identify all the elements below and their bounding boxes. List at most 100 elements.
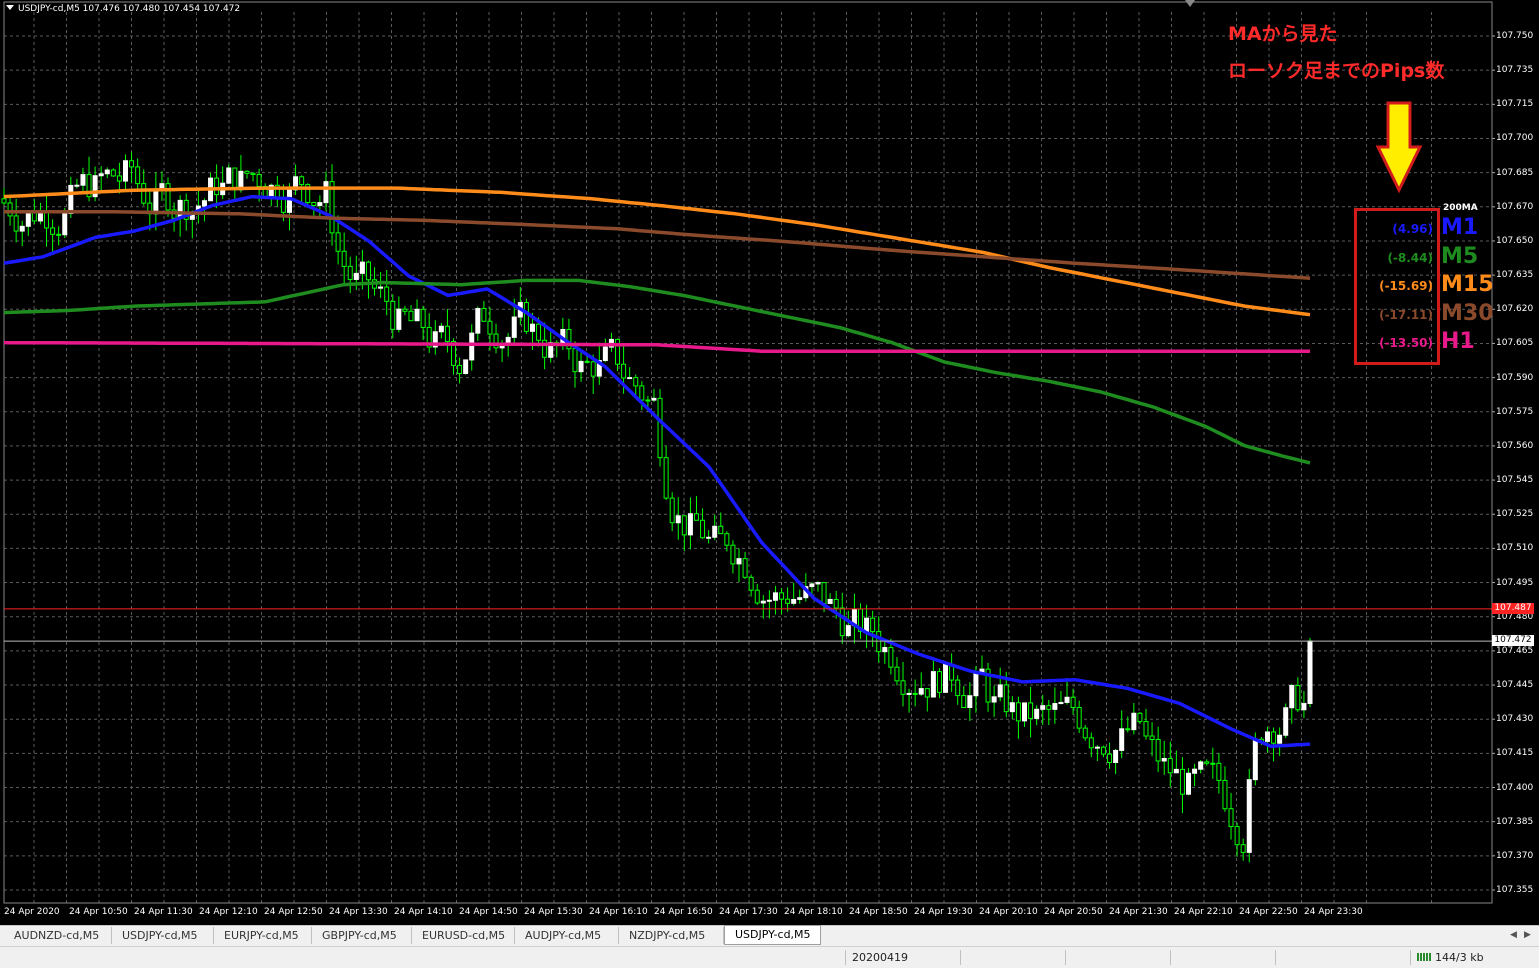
chart-tab[interactable]: GBPJPY-cd,M5 bbox=[312, 927, 412, 944]
bull-candle bbox=[815, 582, 821, 585]
bull-candle bbox=[1307, 640, 1313, 704]
y-tick-label: 107.495 bbox=[1496, 577, 1534, 588]
bear-candle bbox=[1015, 702, 1021, 722]
x-tick-label: 24 Apr 22:10 bbox=[1174, 907, 1233, 917]
status-empty-4 bbox=[1275, 950, 1412, 965]
bull-candle bbox=[98, 173, 104, 177]
chart-shift-marker-icon[interactable] bbox=[1185, 0, 1195, 7]
bull-candle bbox=[1277, 734, 1283, 744]
bull-candle bbox=[25, 211, 31, 227]
x-tick-label: 24 Apr 18:10 bbox=[784, 907, 843, 917]
x-tick-label: 24 Apr 14:50 bbox=[459, 907, 518, 917]
chart-tab-bar: AUDNZD-cd,M5 USDJPY-cd,M5 EURJPY-cd,M5 GBPJ… bbox=[0, 925, 1539, 946]
bull-candle bbox=[122, 160, 128, 182]
bear-candle bbox=[299, 176, 305, 186]
x-tick-label: 24 Apr 2020 bbox=[4, 907, 60, 917]
ma-line-m5 bbox=[3, 278, 1311, 465]
bear-candle bbox=[1155, 738, 1161, 762]
y-tick-label: 107.575 bbox=[1496, 406, 1534, 417]
chart-tab[interactable]: EURJPY-cd,M5 bbox=[214, 927, 312, 944]
dropdown-triangle-icon[interactable] bbox=[6, 5, 14, 10]
bull-candle bbox=[651, 397, 657, 401]
chart-tab[interactable]: AUDNZD-cd,M5 bbox=[4, 927, 112, 944]
bull-candle bbox=[378, 286, 384, 289]
bull-candle bbox=[578, 360, 584, 373]
bear-candle bbox=[7, 202, 13, 217]
bear-candle bbox=[365, 261, 371, 281]
bear-candle bbox=[833, 598, 839, 609]
bear-candle bbox=[457, 364, 463, 374]
bull-candle bbox=[991, 696, 997, 703]
annotation-line1: MAから見た bbox=[1228, 23, 1338, 45]
chart-canvas[interactable] bbox=[0, 0, 1539, 925]
bull-candle bbox=[463, 359, 469, 374]
bull-candle bbox=[997, 684, 1003, 698]
chart-tab[interactable]: AUDJPY-cd,M5 bbox=[515, 927, 619, 944]
bear-candle bbox=[50, 227, 56, 235]
chart-tab[interactable]: EURUSD-cd,M5 bbox=[412, 927, 515, 944]
price-chart[interactable]: USDJPY-cd,M5 107.476 107.480 107.454 107… bbox=[0, 0, 1539, 925]
bull-candle bbox=[809, 583, 815, 588]
bull-candle bbox=[882, 647, 888, 653]
bull-candle bbox=[1173, 768, 1179, 774]
bear-candle bbox=[657, 397, 663, 459]
bear-candle bbox=[335, 232, 341, 252]
tab-scroll-left-icon[interactable]: ◀ bbox=[1510, 930, 1517, 940]
y-tick-label: 107.445 bbox=[1496, 680, 1534, 691]
bear-candle bbox=[693, 513, 699, 521]
bear-candle bbox=[420, 308, 426, 328]
bear-candle bbox=[1179, 768, 1185, 795]
bear-candle bbox=[669, 497, 675, 524]
bear-candle bbox=[900, 680, 906, 695]
status-empty-2 bbox=[1065, 950, 1172, 965]
y-tick-label: 107.510 bbox=[1496, 543, 1534, 554]
bull-candle bbox=[226, 167, 232, 184]
bear-candle bbox=[894, 666, 900, 682]
bear-candle bbox=[110, 169, 116, 177]
bear-candle bbox=[1, 198, 7, 204]
bear-candle bbox=[523, 302, 529, 332]
chart-tab[interactable]: USDJPY-cd,M5 bbox=[724, 925, 821, 945]
bear-candle bbox=[390, 300, 396, 330]
bull-candle bbox=[1186, 772, 1192, 795]
x-tick-label: 24 Apr 19:30 bbox=[914, 907, 973, 917]
status-profile: 20200419 bbox=[845, 950, 962, 965]
bear-candle bbox=[1222, 779, 1228, 810]
ma-panel-title: 200MA bbox=[1443, 203, 1478, 213]
ma-timeframe-label: M15 bbox=[1441, 272, 1494, 297]
x-tick-label: 24 Apr 18:50 bbox=[849, 907, 908, 917]
bull-candle bbox=[19, 225, 25, 232]
x-tick-label: 24 Apr 20:10 bbox=[979, 907, 1038, 917]
bull-candle bbox=[930, 671, 936, 698]
bear-candle bbox=[621, 363, 627, 379]
bull-candle bbox=[1131, 712, 1137, 731]
chart-tab[interactable]: USDJPY-cd,M5 bbox=[112, 927, 214, 944]
bull-candle bbox=[323, 181, 329, 204]
y-tick-label: 107.465 bbox=[1496, 645, 1534, 656]
bull-candle bbox=[797, 597, 803, 600]
bull-candle bbox=[1058, 701, 1064, 705]
bear-candle bbox=[13, 215, 19, 232]
bear-candle bbox=[1295, 684, 1301, 711]
bull-candle bbox=[627, 377, 633, 380]
y-tick-label: 107.735 bbox=[1496, 65, 1534, 76]
y-tick-label: 107.605 bbox=[1496, 338, 1534, 349]
bull-candle bbox=[62, 212, 68, 236]
bear-candle bbox=[1070, 696, 1076, 709]
bear-candle bbox=[955, 679, 961, 697]
bear-candle bbox=[384, 286, 390, 302]
tab-scroll-right-icon[interactable]: ▶ bbox=[1524, 930, 1531, 940]
y-tick-label: 107.560 bbox=[1496, 440, 1534, 451]
bear-candle bbox=[1088, 737, 1094, 749]
y-tick-label: 107.635 bbox=[1496, 270, 1534, 281]
bear-candle bbox=[280, 198, 286, 213]
ma-pips-value: (4.96) bbox=[1392, 222, 1433, 236]
bear-candle bbox=[31, 211, 37, 222]
bull-candle bbox=[766, 599, 772, 602]
bull-candle bbox=[973, 671, 979, 697]
chart-tab[interactable]: NZDJPY-cd,M5 bbox=[619, 927, 724, 944]
bear-candle bbox=[1216, 762, 1222, 781]
bear-candle bbox=[590, 361, 596, 377]
bear-candle bbox=[1137, 712, 1143, 723]
status-empty-1 bbox=[960, 950, 1067, 965]
